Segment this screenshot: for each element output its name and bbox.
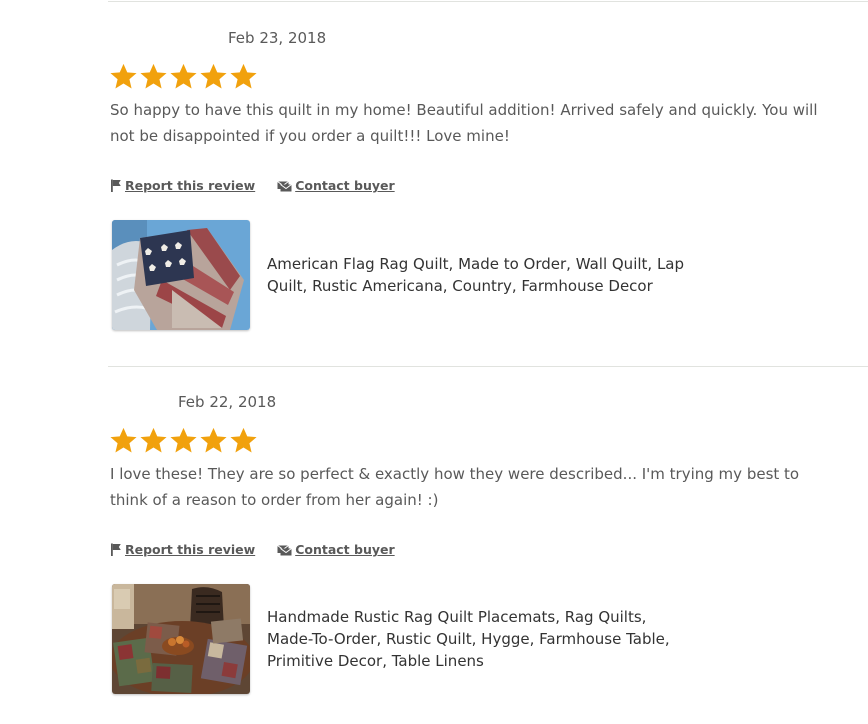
flag-icon (111, 543, 121, 556)
review-item: Feb 22, 2018 I love these! They are so p… (110, 364, 830, 724)
star-icon (200, 63, 227, 89)
star-rating (109, 62, 258, 91)
review-date: Feb 23, 2018 (228, 29, 327, 47)
contact-buyer-label: Contact buyer (295, 178, 395, 193)
flag-icon (111, 179, 121, 192)
contact-buyer-link[interactable]: Contact buyer (277, 542, 395, 557)
contact-buyer-label: Contact buyer (295, 542, 395, 557)
envelope-icon (277, 180, 292, 191)
star-icon (110, 427, 137, 453)
star-icon (200, 427, 227, 453)
product-title[interactable]: American Flag Rag Quilt, Made to Order, … (267, 253, 697, 297)
report-review-label: Report this review (125, 178, 256, 193)
star-icon (230, 63, 257, 89)
flag-quilt-photo[interactable] (112, 220, 250, 330)
envelope-icon (277, 544, 292, 555)
star-icon (170, 427, 197, 453)
review-text: So happy to have this quilt in my home! … (110, 101, 818, 145)
star-rating (109, 426, 258, 455)
reviewed-product[interactable]: Handmade Rustic Rag Quilt Placemats, Rag… (112, 584, 697, 694)
star-icon (140, 63, 167, 89)
report-review-label: Report this review (125, 542, 256, 557)
star-icon (230, 427, 257, 453)
report-review-link[interactable]: Report this review (110, 178, 255, 193)
star-icon (140, 427, 167, 453)
contact-buyer-link[interactable]: Contact buyer (277, 178, 395, 193)
reviewed-product[interactable]: American Flag Rag Quilt, Made to Order, … (112, 220, 697, 330)
review-actions: Report this review Contact buyer (110, 542, 395, 557)
star-icon (170, 63, 197, 89)
review-date: Feb 22, 2018 (178, 393, 277, 411)
review-item: Feb 23, 2018 So happy to have this quilt… (110, 0, 830, 366)
report-review-link[interactable]: Report this review (110, 542, 255, 557)
product-title[interactable]: Handmade Rustic Rag Quilt Placemats, Rag… (267, 606, 697, 672)
review-actions: Report this review Contact buyer (110, 178, 395, 193)
placemats-photo[interactable] (112, 584, 250, 694)
star-icon (110, 63, 137, 89)
review-text: I love these! They are so perfect & exac… (110, 465, 800, 509)
